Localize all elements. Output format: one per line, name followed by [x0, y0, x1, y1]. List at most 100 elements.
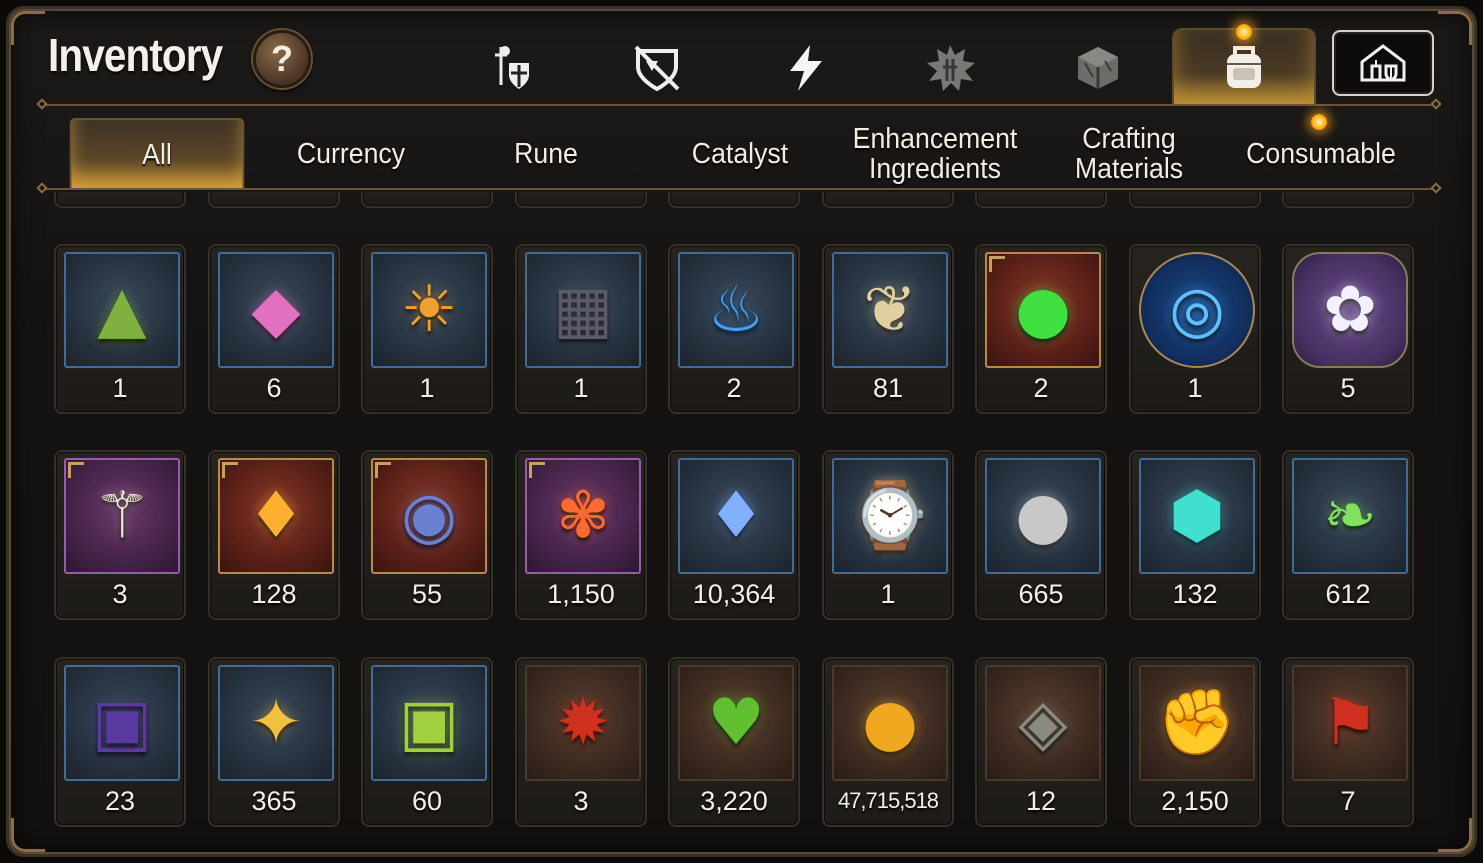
subtab-all[interactable]: All	[69, 118, 245, 190]
item-quantity: 1	[880, 579, 896, 609]
item-quantity: 1	[1187, 373, 1203, 403]
item-quantity: 1	[112, 373, 128, 403]
subtab-rune[interactable]: Rune	[459, 118, 634, 190]
item-slot[interactable]: ⌚ 1	[822, 450, 954, 620]
item-slot[interactable]	[54, 192, 186, 208]
item-slot[interactable]: ⬢ 132	[1129, 450, 1261, 620]
item-slot[interactable]: ♦ 10,364	[668, 450, 800, 620]
item-quantity: 1	[419, 373, 435, 403]
teal-crystal-icon: ⬢	[1169, 479, 1225, 553]
red-badge-icon: ✹	[556, 686, 610, 760]
pet-food-icon: ✿	[1323, 273, 1377, 347]
subtab-enhancement-ingredients[interactable]: Enhancement Ingredients	[847, 118, 1024, 190]
tab-equipment[interactable]	[470, 38, 550, 98]
item-quantity: 665	[1018, 579, 1064, 609]
item-slot[interactable]: ▦ 1	[515, 244, 647, 414]
knight-shield-icon	[495, 46, 529, 89]
item-art: ♥	[678, 665, 794, 781]
notification-dot	[1236, 24, 1252, 40]
green-orb-icon: ●	[1015, 273, 1071, 347]
item-slot[interactable]: ⚑ 7	[1282, 657, 1414, 827]
item-slot[interactable]: ♨ 2	[668, 244, 800, 414]
tab-inventory[interactable]	[1172, 24, 1316, 104]
item-slot[interactable]: ✹ 3	[515, 657, 647, 827]
item-quantity: 81	[872, 373, 904, 403]
item-quantity: 3	[112, 579, 128, 609]
item-quantity: 2,150	[1161, 786, 1229, 816]
item-slot[interactable]: ♥ 3,220	[668, 657, 800, 827]
rarity-corner	[375, 462, 391, 478]
item-slot[interactable]: ♦ 128	[208, 450, 340, 620]
flower-ring-icon: ✾	[556, 479, 610, 553]
cube-icon	[1078, 47, 1118, 89]
item-quantity: 5	[1340, 373, 1356, 403]
item-quantity: 47,715,518	[837, 788, 939, 813]
item-slot[interactable]: ▣ 23	[54, 657, 186, 827]
item-slot[interactable]	[1282, 192, 1414, 208]
item-slot[interactable]: ▣ 60	[361, 657, 493, 827]
item-slot[interactable]: ⚚ 3	[54, 450, 186, 620]
ore-grid-icon: ▦	[552, 273, 614, 347]
green-powder-icon: ▲	[97, 273, 147, 347]
guild-house-button[interactable]	[1332, 30, 1434, 96]
item-grid[interactable]: ▲ 1 ◆ 6 ☀ 1 ▦ 1 ♨ 2 ❦ 81 ● 2 ◎ 1 ✿ 5 ⚚ 3 ♦ 128 ◉ 55 ✾ 1,150 ♦ 10,36…	[20, 192, 1463, 842]
item-slot[interactable]: ❦ 81	[822, 244, 954, 414]
item-art: ✊	[1139, 665, 1255, 781]
item-slot[interactable]: ✦ 365	[208, 657, 340, 827]
tab-skills[interactable]	[765, 38, 845, 98]
item-art: ⚑	[1292, 665, 1408, 781]
item-quantity: 60	[411, 786, 443, 816]
item-slot[interactable]: ☀ 1	[361, 244, 493, 414]
item-quantity: 10,364	[692, 579, 776, 609]
item-slot[interactable]: ◈ 12	[975, 657, 1107, 827]
item-slot[interactable]	[822, 192, 954, 208]
rarity-corner	[989, 256, 1005, 272]
item-art: ♦	[218, 458, 334, 574]
item-slot[interactable]	[515, 192, 647, 208]
silver-coin-icon: ●	[1015, 479, 1071, 553]
item-slot[interactable]	[361, 192, 493, 208]
item-art: ▣	[371, 665, 487, 781]
subtab-catalyst[interactable]: Catalyst	[653, 118, 828, 190]
item-slot[interactable]: ◆ 6	[208, 244, 340, 414]
item-slot[interactable]: ▲ 1	[54, 244, 186, 414]
tab-broken-gear[interactable]	[617, 38, 697, 98]
item-slot[interactable]: ◎ 1	[1129, 244, 1261, 414]
item-quantity: 1	[573, 373, 589, 403]
item-art: ▲	[64, 252, 180, 368]
item-slot[interactable]	[975, 192, 1107, 208]
green-heart-icon: ♥	[707, 686, 765, 760]
item-slot[interactable]	[1129, 192, 1261, 208]
item-slot[interactable]: ● 2	[975, 244, 1107, 414]
war-banner-icon: ⚑	[1321, 686, 1379, 760]
feather-wand-icon: ⚚	[93, 479, 151, 553]
item-slot[interactable]: ● 47,715,518	[822, 657, 954, 827]
item-slot[interactable]: ✾ 1,150	[515, 450, 647, 620]
help-button[interactable]: ?	[253, 30, 311, 88]
star-pendant-icon: ✦	[249, 686, 303, 760]
item-slot[interactable]: ✊ 2,150	[1129, 657, 1261, 827]
item-slot[interactable]: ✿ 5	[1282, 244, 1414, 414]
broken-shield-icon	[634, 45, 680, 92]
lime-card-icon: ▣	[398, 686, 460, 760]
lightning-icon	[790, 45, 822, 91]
item-slot[interactable]: ◉ 55	[361, 450, 493, 620]
item-art: ◈	[985, 665, 1101, 781]
item-quantity: 612	[1325, 579, 1371, 609]
star-ring-icon: ◉	[401, 479, 457, 553]
item-quantity: 7	[1340, 786, 1356, 816]
rarity-corner	[529, 462, 545, 478]
subtab-crafting-materials[interactable]: Crafting Materials	[1042, 118, 1217, 190]
item-slot[interactable]	[208, 192, 340, 208]
item-slot[interactable]: ❧ 612	[1282, 450, 1414, 620]
item-art: ✹	[525, 665, 641, 781]
subtab-currency[interactable]: Currency	[264, 118, 439, 190]
tab-artifacts[interactable]	[1058, 38, 1138, 98]
item-slot[interactable]: ● 665	[975, 450, 1107, 620]
tab-emblem[interactable]	[910, 38, 990, 98]
item-art: ⌚	[832, 458, 948, 574]
item-art: ♨	[678, 252, 794, 368]
item-art: ▦	[525, 252, 641, 368]
item-quantity: 1,150	[547, 579, 615, 609]
item-slot[interactable]	[668, 192, 800, 208]
